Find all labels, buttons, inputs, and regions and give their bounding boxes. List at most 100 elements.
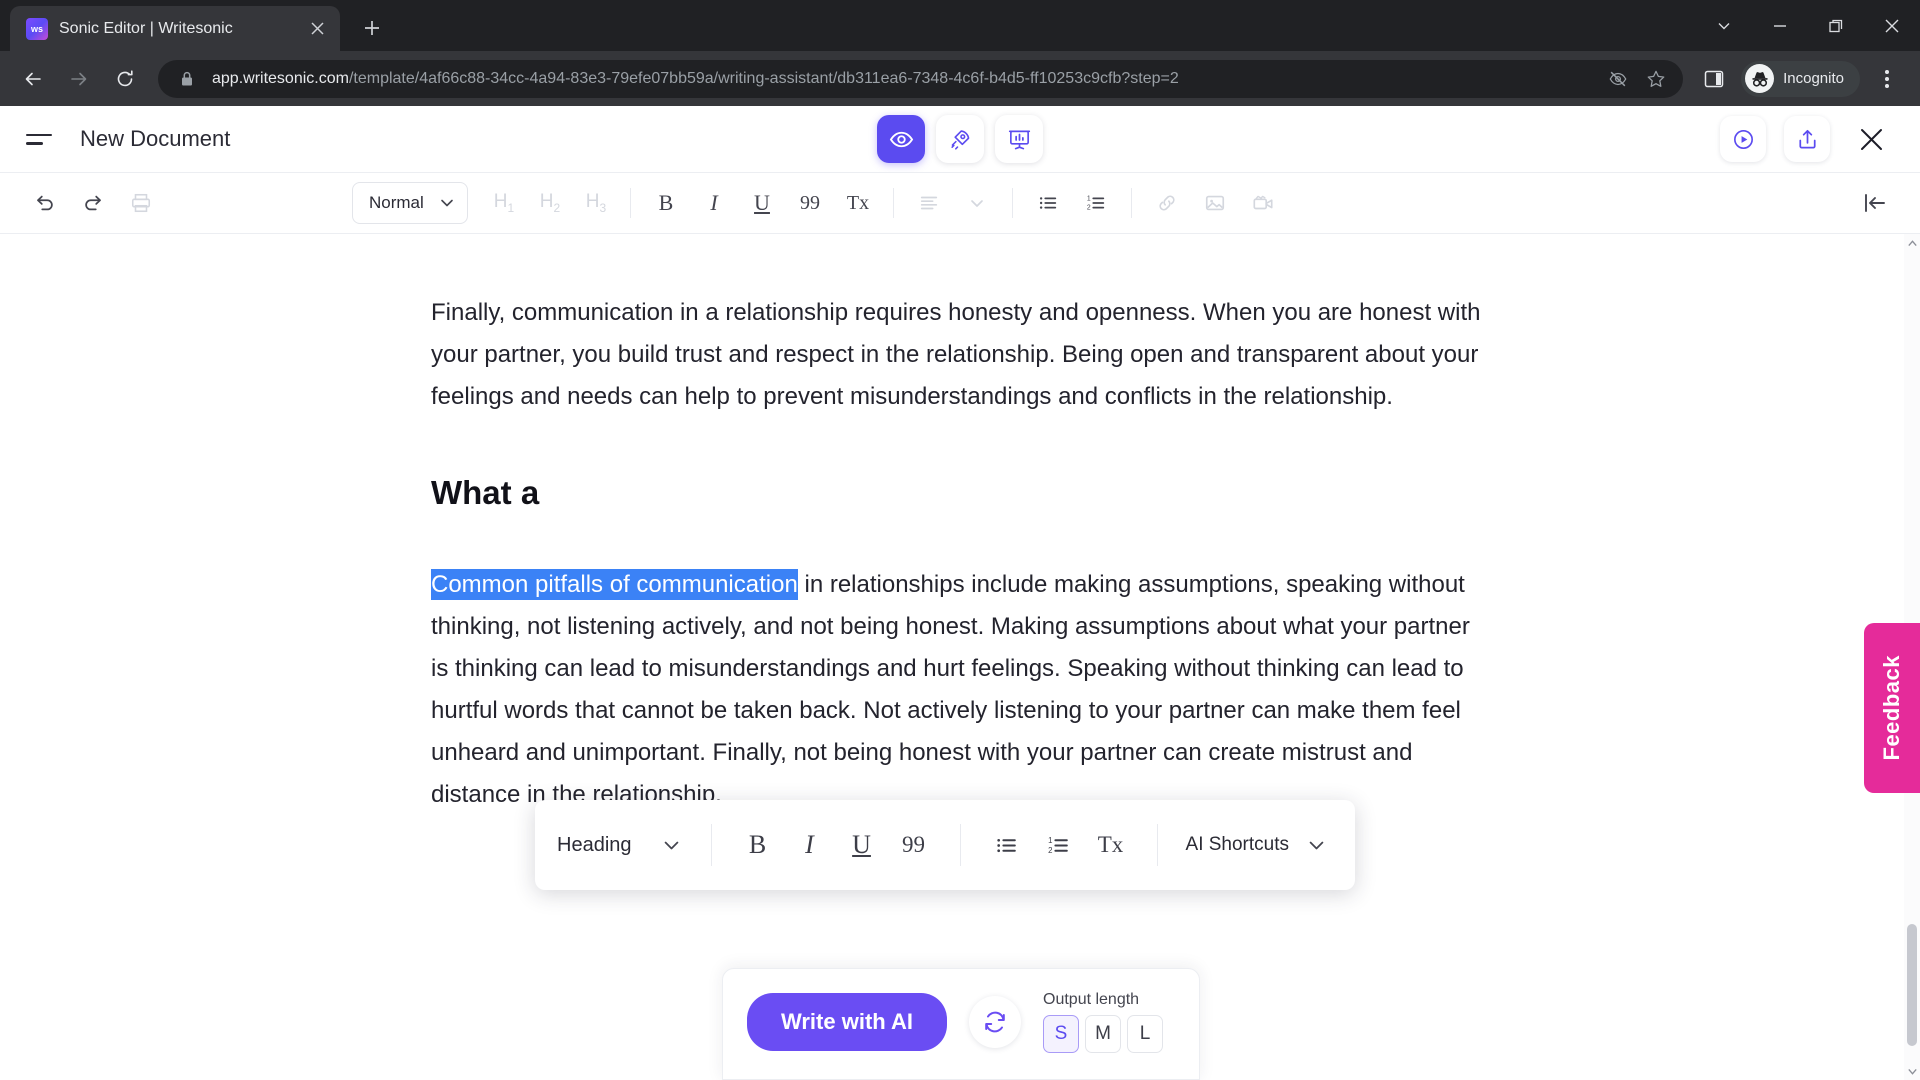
header-mode-buttons <box>877 115 1043 163</box>
bubble-bold-button[interactable]: B <box>732 819 784 871</box>
refresh-icon[interactable] <box>969 996 1021 1048</box>
bubble-numbered-list-icon[interactable]: 12 <box>1033 819 1085 871</box>
output-length-s[interactable]: S <box>1043 1015 1079 1053</box>
clear-format-button[interactable]: Tx <box>837 182 879 224</box>
reload-icon[interactable] <box>104 58 146 100</box>
play-button[interactable] <box>1720 116 1766 162</box>
close-editor-icon[interactable] <box>1848 116 1894 162</box>
divider <box>1131 188 1132 218</box>
profile-label: Incognito <box>1783 70 1844 87</box>
side-panel-icon[interactable] <box>1693 58 1735 100</box>
document-body[interactable]: Finally, communication in a relationship… <box>431 234 1489 816</box>
chevron-down-icon[interactable] <box>1696 0 1752 51</box>
divider <box>1012 188 1013 218</box>
lock-icon[interactable] <box>174 66 200 92</box>
minimize-icon[interactable] <box>1752 0 1808 51</box>
collapse-panel-icon[interactable] <box>1854 182 1896 224</box>
divider <box>893 188 894 218</box>
bubble-style-value: Heading <box>557 833 632 856</box>
plus-icon[interactable] <box>354 10 390 46</box>
restore-icon[interactable] <box>1808 0 1864 51</box>
eye-slash-icon[interactable] <box>1605 66 1631 92</box>
hamburger-menu-icon[interactable] <box>26 133 52 145</box>
numbered-list-icon[interactable]: 12 <box>1075 182 1117 224</box>
blockquote-button[interactable]: 99 <box>789 182 831 224</box>
clear-format-label: Tx <box>1097 832 1124 857</box>
bubble-italic-button[interactable]: I <box>784 819 836 871</box>
text-style-value: Normal <box>369 193 424 212</box>
paragraph[interactable]: Common pitfalls of communication in rela… <box>431 564 1489 816</box>
browser-window: ws Sonic Editor | Writesonic app.writeso… <box>0 0 1920 1080</box>
floating-format-toolbar: Heading B I U 99 1 2 Tx AI Shortcuts <box>535 800 1355 890</box>
align-chevron-down-icon[interactable] <box>956 182 998 224</box>
bubble-style-select[interactable]: Heading <box>557 834 691 857</box>
quote-label: 99 <box>800 191 820 214</box>
chevron-down-icon <box>662 836 681 855</box>
url-domain: app.writesonic.com <box>212 69 349 87</box>
three-dot-menu-icon[interactable] <box>1866 58 1908 100</box>
analytics-board-button[interactable] <box>995 115 1043 163</box>
document-heading[interactable]: What a <box>431 470 1489 516</box>
bullet-list-icon[interactable] <box>1027 182 1069 224</box>
heading-group: H1 H2 H3 <box>484 191 616 215</box>
redo-icon[interactable] <box>72 182 114 224</box>
bold-button[interactable]: B <box>645 182 687 224</box>
align-group <box>908 182 998 224</box>
back-arrow-icon[interactable] <box>12 58 54 100</box>
scroll-down-arrow-icon[interactable] <box>1904 1062 1920 1080</box>
write-with-ai-button[interactable]: Write with AI <box>747 993 947 1051</box>
share-button[interactable] <box>1784 116 1830 162</box>
output-length-l[interactable]: L <box>1127 1015 1163 1053</box>
output-length-m[interactable]: M <box>1085 1015 1121 1053</box>
text-style-select[interactable]: Normal <box>352 182 468 224</box>
selected-text[interactable]: Common pitfalls of communication <box>431 569 798 600</box>
bubble-clear-format-button[interactable]: Tx <box>1085 819 1137 871</box>
italic-label: I <box>710 190 718 215</box>
favicon-writesonic: ws <box>26 17 48 40</box>
svg-text:2: 2 <box>1048 845 1052 854</box>
underline-label: U <box>754 190 770 215</box>
address-bar[interactable]: app.writesonic.com/template/4af66c88-34c… <box>158 59 1684 98</box>
output-length-options: S M L <box>1043 1015 1163 1053</box>
browser-tab[interactable]: ws Sonic Editor | Writesonic <box>10 6 340 51</box>
paragraph-rest[interactable]: in relationships include making assumpti… <box>431 571 1470 808</box>
insert-group <box>1146 182 1284 224</box>
bold-label: B <box>748 830 767 859</box>
heading-1-button[interactable]: H1 <box>484 191 524 215</box>
print-icon[interactable] <box>120 182 162 224</box>
paragraph[interactable]: Finally, communication in a relationship… <box>431 292 1489 418</box>
image-icon[interactable] <box>1194 182 1236 224</box>
video-icon[interactable] <box>1242 182 1284 224</box>
feedback-tab[interactable]: Feedback <box>1864 623 1920 793</box>
heading-2-button[interactable]: H2 <box>530 191 570 215</box>
link-icon[interactable] <box>1146 182 1188 224</box>
preview-eye-button[interactable] <box>877 115 925 163</box>
italic-label: I <box>805 830 814 859</box>
heading-3-button[interactable]: H3 <box>576 191 616 215</box>
bubble-blockquote-button[interactable]: 99 <box>888 819 940 871</box>
scrollbar-thumb[interactable] <box>1907 924 1917 1046</box>
ai-shortcuts-label: AI Shortcuts <box>1185 834 1290 855</box>
divider <box>959 824 961 866</box>
bubble-bullet-list-icon[interactable] <box>981 819 1033 871</box>
italic-button[interactable]: I <box>693 182 735 224</box>
output-length-label: Output length <box>1043 991 1140 1008</box>
ai-shortcuts-select[interactable]: AI Shortcuts <box>1178 834 1327 856</box>
svg-text:1: 1 <box>1087 196 1091 203</box>
align-left-icon[interactable] <box>908 182 950 224</box>
scroll-up-arrow-icon[interactable] <box>1904 234 1920 252</box>
divider <box>710 824 712 866</box>
close-icon[interactable] <box>304 16 330 42</box>
underline-button[interactable]: U <box>741 182 783 224</box>
editor-canvas[interactable]: Finally, communication in a relationship… <box>0 234 1920 1080</box>
svg-text:2: 2 <box>1087 204 1091 211</box>
undo-icon[interactable] <box>24 182 66 224</box>
profile-incognito-button[interactable]: Incognito <box>1741 60 1860 97</box>
bubble-underline-button[interactable]: U <box>836 819 888 871</box>
close-window-icon[interactable] <box>1864 0 1920 51</box>
page-title[interactable]: New Document <box>80 126 230 152</box>
inline-format-group: B I U 99 Tx <box>645 182 879 224</box>
favicon-label: ws <box>30 23 43 34</box>
star-icon[interactable] <box>1643 66 1669 92</box>
boost-rocket-button[interactable] <box>936 115 984 163</box>
